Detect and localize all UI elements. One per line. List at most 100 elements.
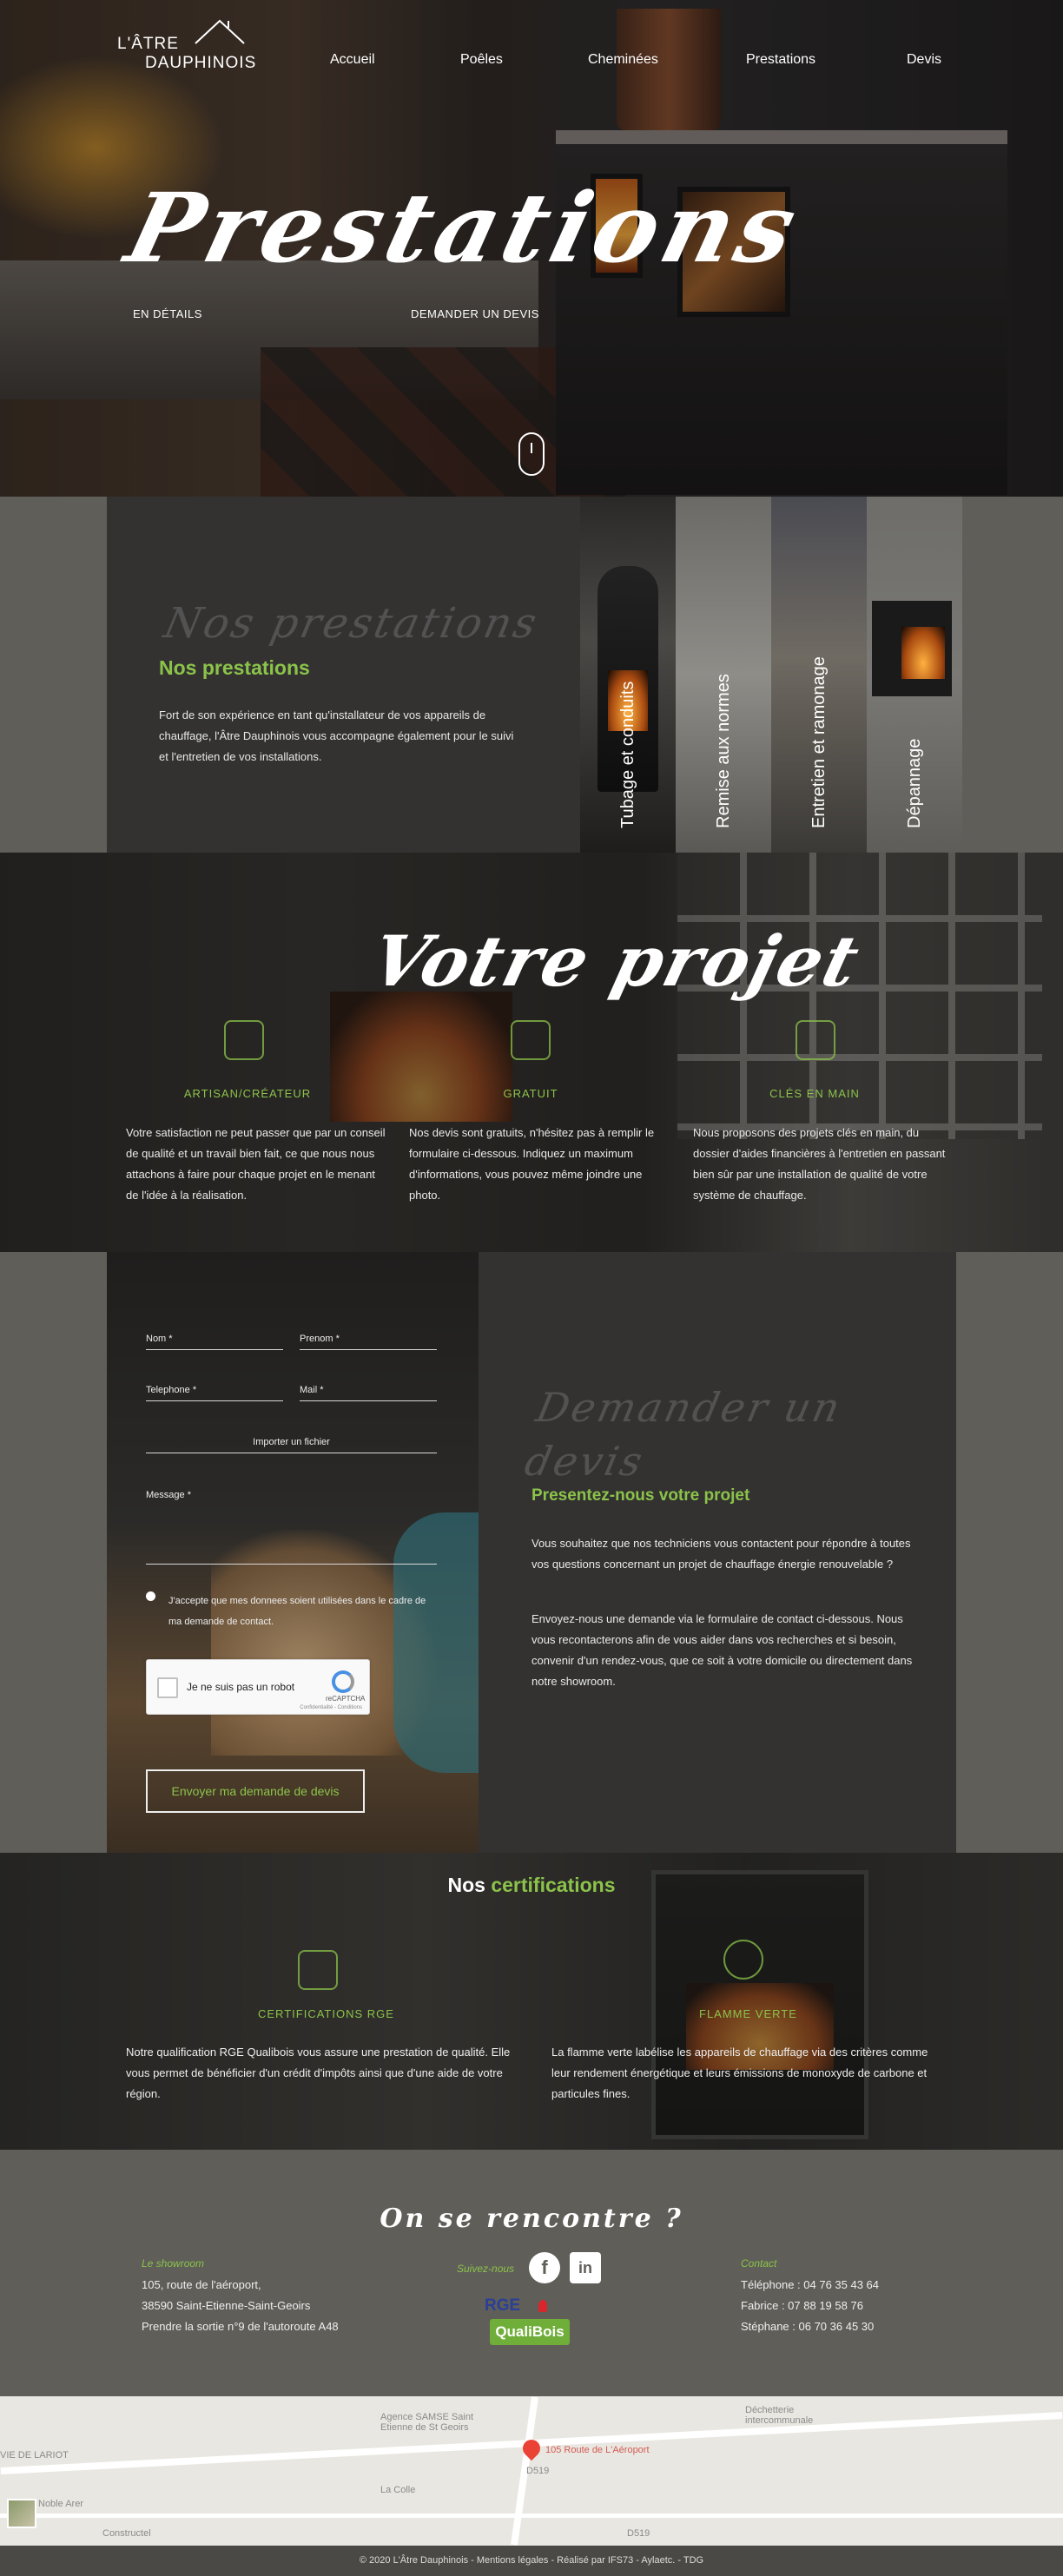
map-pin-label: 105 Route de L'Aéroport [545, 2445, 650, 2455]
nav-prestations[interactable]: Prestations [746, 52, 815, 68]
flame-icon [723, 1940, 763, 1980]
prestations-subtitle: Nos prestations [159, 656, 310, 679]
recaptcha-brand: reCAPTCHA [326, 1695, 366, 1703]
tile-entretien-label: Entretien et ramonage [809, 656, 829, 828]
message-field[interactable]: Message * [146, 1490, 437, 1565]
nav-cheminees[interactable]: Cheminées [588, 52, 658, 68]
linkedin-icon[interactable]: in [570, 2252, 601, 2283]
certif-label-flamme: FLAMME VERTE [699, 2007, 797, 2020]
certifications-title-b: certifications [491, 1874, 616, 1896]
tile-depannage-label: Dépannage [905, 738, 924, 828]
scroll-down-icon[interactable] [518, 432, 545, 476]
mail-label: Mail * [300, 1385, 324, 1395]
hero-link-details[interactable]: EN DÉTAILS [133, 307, 202, 320]
certifications-title-a: Nos [447, 1874, 485, 1896]
tile-tubage-label: Tubage et conduits [618, 681, 637, 828]
rge-logo-flame [538, 2300, 547, 2312]
nav-accueil[interactable]: Accueil [330, 52, 375, 68]
map-label: Agence SAMSE Saint Etienne de St Geoirs [380, 2412, 474, 2433]
map-satellite-toggle[interactable] [7, 2499, 36, 2528]
contact-phone-stephane[interactable]: Stéphane : 06 70 36 45 30 [741, 2320, 874, 2333]
tile-tubage[interactable]: Tubage et conduits [580, 497, 676, 853]
recaptcha-logo: reCAPTCHA [326, 1670, 366, 1705]
money-icon [511, 1020, 551, 1060]
map-label: D519 [526, 2466, 550, 2476]
logo-line2: DAUPHINOIS [145, 54, 257, 72]
tile-entretien[interactable]: Entretien et ramonage [771, 497, 867, 853]
feature-title-gratuit: GRATUIT [503, 1087, 558, 1100]
contact-phone-fabrice[interactable]: Fabrice : 07 88 19 58 76 [741, 2299, 863, 2312]
submit-devis-button[interactable]: Envoyer ma demande de devis [146, 1769, 365, 1813]
certifications-section [0, 1853, 1063, 2150]
feature-text-cles: Nous proposons des projets clés en main,… [693, 1126, 946, 1202]
devis-paragraph-2: Envoyez-nous une demande via le formulai… [532, 1612, 913, 1688]
certifications-title: Nos certifications [0, 1874, 1063, 1897]
projet-title: Votre projet [363, 920, 868, 1002]
rge-badge-icon [298, 1950, 338, 1990]
map-label: D519 [627, 2528, 650, 2539]
file-upload-field[interactable]: Importer un fichier [146, 1437, 437, 1453]
prestations-ghost-title: Nos prestations [160, 599, 544, 648]
certif-text-rge: Notre qualification RGE Qualibois vous a… [126, 2046, 511, 2100]
feature-text-artisan: Votre satisfaction ne peut passer que pa… [126, 1126, 386, 1202]
message-label: Message * [146, 1490, 191, 1500]
footer-title: On se rencontre ? [380, 2204, 683, 2234]
hero-section: L'ÂTRE DAUPHINOIS Accueil Poêles Cheminé… [0, 0, 1063, 497]
recaptcha-icon [332, 1670, 354, 1693]
page: L'ÂTRE DAUPHINOIS Accueil Poêles Cheminé… [0, 0, 1063, 2576]
map-road [0, 2513, 1063, 2518]
telephone-label: Telephone * [146, 1385, 197, 1395]
nom-label: Nom * [146, 1334, 173, 1344]
devis-ghost-title: Demander un devis [520, 1384, 847, 1485]
devis-paragraph-1: Vous souhaitez que nos techniciens vous … [532, 1537, 911, 1571]
facebook-icon[interactable]: f [529, 2252, 560, 2283]
map-label: VIE DE LARIOT [0, 2450, 69, 2461]
tile-depannage-fire [901, 627, 945, 679]
hand-tools-icon [224, 1020, 264, 1060]
consent-radio[interactable] [146, 1591, 155, 1601]
key-hand-icon [796, 1020, 835, 1060]
tile-normes[interactable]: Remise aux normes [676, 497, 771, 853]
showroom-line-1: 105, route de l'aéroport, [142, 2278, 261, 2291]
tile-depannage[interactable]: Dépannage [867, 497, 962, 853]
recaptcha-links[interactable]: Confidentialité - Conditions [300, 1705, 362, 1710]
certif-overlay [0, 1853, 1063, 2150]
hero-link-devis[interactable]: DEMANDER UN DEVIS [411, 307, 539, 320]
consent-text: J'accepte que mes donnees soient utilisé… [168, 1596, 426, 1627]
rge-logo-top: RGE [485, 2296, 521, 2315]
mail-field[interactable]: Mail * [300, 1385, 437, 1401]
feature-title-cles: CLÉS EN MAIN [769, 1087, 860, 1100]
map-label: Déchetterie intercommunale [745, 2405, 814, 2426]
nav-poeles[interactable]: Poêles [460, 52, 503, 68]
recaptcha-widget[interactable]: Je ne suis pas un robot reCAPTCHA Confid… [146, 1659, 370, 1715]
prestations-text: Fort de son expérience en tant qu'instal… [159, 708, 514, 763]
certif-label-rge: CERTIFICATIONS RGE [258, 2007, 394, 2020]
map-label: La Colle [380, 2485, 416, 2495]
telephone-field[interactable]: Telephone * [146, 1385, 283, 1401]
google-map[interactable]: Agence SAMSE Saint Etienne de St Geoirs … [0, 2396, 1063, 2546]
rge-logo-bottom: QualiBois [490, 2319, 570, 2345]
nom-field[interactable]: Nom * [146, 1334, 283, 1350]
showroom-line-2: 38590 Saint-Etienne-Saint-Geoirs [142, 2299, 311, 2312]
feature-text-gratuit: Nos devis sont gratuits, n'hésitez pas à… [409, 1126, 655, 1202]
follow-label: Suivez-nous [457, 2263, 515, 2275]
rge-qualibois-logo: RGE QualiBois [485, 2296, 575, 2349]
prenom-label: Prenom * [300, 1334, 340, 1344]
map-label: Constructel [102, 2528, 151, 2539]
nav-devis[interactable]: Devis [907, 52, 941, 68]
site-logo[interactable]: L'ÂTRE DAUPHINOIS [117, 17, 265, 72]
file-upload-label: Importer un fichier [253, 1437, 330, 1447]
recaptcha-checkbox[interactable] [157, 1677, 178, 1698]
prenom-field[interactable]: Prenom * [300, 1334, 437, 1350]
hero-title: Prestations [116, 172, 812, 284]
devis-subtitle: Presentez-nous votre projet [532, 1486, 750, 1505]
tile-normes-label: Remise aux normes [714, 674, 733, 828]
showroom-heading: Le showroom [142, 2257, 205, 2270]
copyright-bar: © 2020 L'Âtre Dauphinois - Mentions léga… [0, 2546, 1063, 2576]
house-roof-icon [195, 19, 245, 44]
contact-phone-main[interactable]: Téléphone : 04 76 35 43 64 [741, 2278, 879, 2291]
contact-heading: Contact [741, 2257, 777, 2270]
certif-text-flamme: La flamme verte labélise les appareils d… [551, 2046, 928, 2100]
showroom-line-3: Prendre la sortie n°9 de l'autoroute A48 [142, 2320, 339, 2333]
feature-title-artisan: ARTISAN/CRÉATEUR [183, 1087, 312, 1100]
